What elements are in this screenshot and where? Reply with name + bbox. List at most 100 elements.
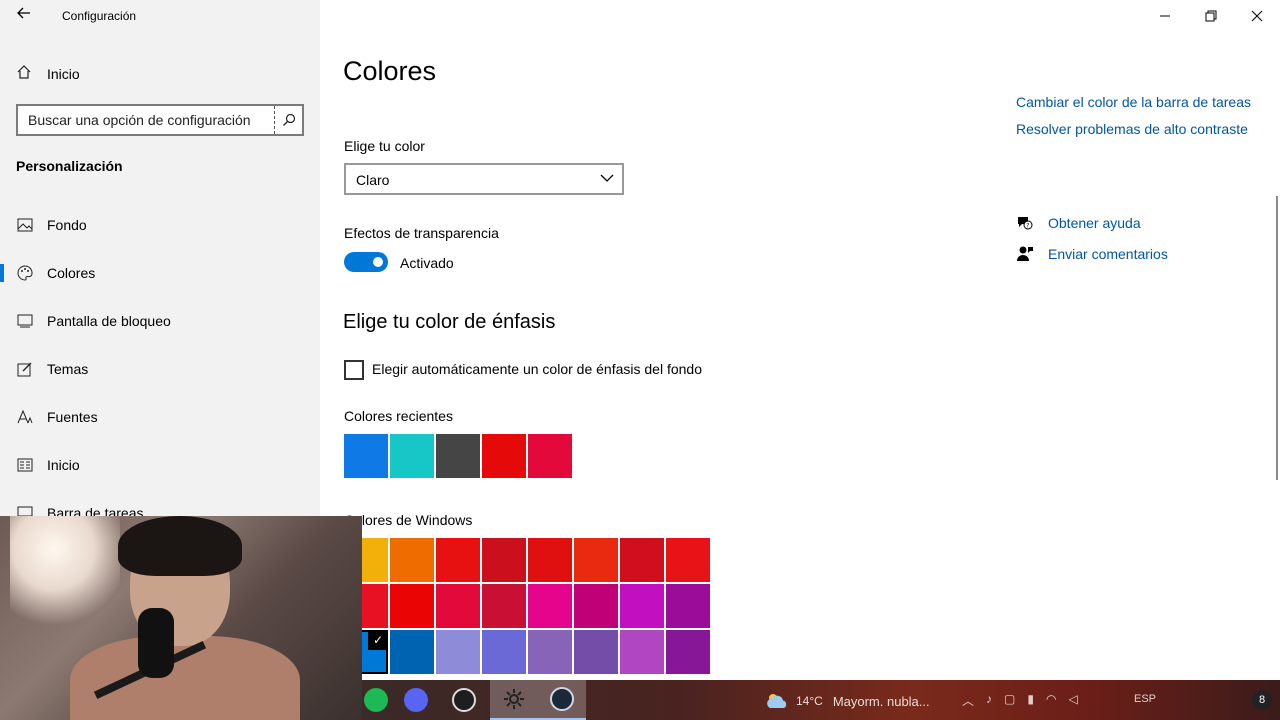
transparency-state: Activado xyxy=(400,255,454,271)
windows-color-swatch[interactable] xyxy=(436,538,480,582)
windows-color-swatch[interactable] xyxy=(528,584,572,628)
get-help-label: Obtener ayuda xyxy=(1048,215,1141,231)
windows-color-swatch[interactable] xyxy=(482,584,526,628)
sidebar-item-fuentes[interactable]: Fuentes xyxy=(0,397,320,437)
high-contrast-link[interactable]: Resolver problemas de alto contraste xyxy=(1016,121,1248,137)
restore-icon xyxy=(1205,10,1217,22)
sidebar-item-colores[interactable]: Colores xyxy=(0,253,320,293)
language-indicator[interactable]: ESP xyxy=(1134,693,1156,705)
windows-colors-grid: ✓ xyxy=(344,538,710,674)
windows-color-swatch[interactable] xyxy=(574,630,618,674)
windows-color-swatch[interactable] xyxy=(666,538,710,582)
mic-tray-icon[interactable]: ▮ xyxy=(1027,692,1034,709)
sidebar-item-pantalla-de-bloqueo[interactable]: Pantalla de bloqueo xyxy=(0,301,320,341)
recent-color-swatch[interactable] xyxy=(528,434,572,478)
spotify-icon xyxy=(364,688,388,712)
windows-color-swatch[interactable] xyxy=(574,538,618,582)
palette-icon xyxy=(16,264,34,282)
scrollbar[interactable] xyxy=(1276,196,1278,480)
restore-button[interactable] xyxy=(1188,0,1234,32)
send-feedback-link[interactable]: Enviar comentarios xyxy=(1016,244,1168,264)
settings-app[interactable] xyxy=(490,680,538,720)
windows-color-swatch[interactable] xyxy=(528,538,572,582)
sidebar-item-label: Inicio xyxy=(47,457,80,473)
speaker-icon[interactable]: ♪ xyxy=(986,692,992,709)
feedback-person-icon xyxy=(1016,245,1034,263)
sidebar-item-temas[interactable]: Temas xyxy=(0,349,320,389)
close-icon xyxy=(1251,10,1263,22)
auto-accent-checkbox[interactable] xyxy=(344,360,364,380)
picture-icon xyxy=(16,216,34,234)
home-link[interactable]: Inicio xyxy=(16,62,80,86)
page-title: Colores xyxy=(343,56,437,86)
chevron-down-icon xyxy=(600,174,614,182)
windows-color-swatch[interactable] xyxy=(482,630,526,674)
app-title: Configuración xyxy=(62,9,137,23)
discord-app[interactable] xyxy=(392,680,440,720)
notification-badge[interactable]: 8 xyxy=(1252,690,1272,710)
windows-color-swatch[interactable] xyxy=(436,630,480,674)
windows-color-swatch[interactable] xyxy=(528,630,572,674)
taskbar-color-link[interactable]: Cambiar el color de la barra de tareas xyxy=(1016,94,1251,110)
search-button[interactable] xyxy=(274,106,302,134)
obs-app[interactable] xyxy=(440,680,488,720)
themes-icon xyxy=(16,360,34,378)
steam-icon xyxy=(550,687,574,711)
sidebar-item-label: Fuentes xyxy=(47,409,98,425)
back-button[interactable] xyxy=(12,6,36,26)
sidebar-item-label: Temas xyxy=(47,361,89,377)
webcam-overlay xyxy=(0,516,362,720)
recent-color-swatch[interactable] xyxy=(482,434,526,478)
sidebar-item-label: Colores xyxy=(47,265,96,281)
section-title: Personalización xyxy=(16,158,123,174)
recent-color-swatch[interactable] xyxy=(344,434,388,478)
transparency-label: Efectos de transparencia xyxy=(344,225,499,241)
windows-color-swatch[interactable] xyxy=(482,538,526,582)
sidebar-item-inicio[interactable]: Inicio xyxy=(0,445,320,485)
sidebar-item-label: Pantalla de bloqueo xyxy=(47,313,171,329)
windows-color-swatch[interactable] xyxy=(620,538,664,582)
color-mode-dropdown[interactable]: Claro xyxy=(344,163,624,195)
accent-title: Elige tu color de énfasis xyxy=(343,311,556,333)
sidebar-item-fondo[interactable]: Fondo xyxy=(0,205,320,245)
search-input[interactable] xyxy=(28,111,268,129)
home-icon xyxy=(16,64,36,84)
choose-color-label: Elige tu color xyxy=(344,138,425,154)
volume-icon[interactable]: ◁ xyxy=(1068,692,1077,709)
toggle-knob xyxy=(373,257,383,267)
windows-color-swatch[interactable] xyxy=(620,584,664,628)
chevron-up-icon[interactable]: ︿ xyxy=(962,692,974,709)
gear-icon xyxy=(504,689,524,709)
windows-color-swatch[interactable] xyxy=(436,584,480,628)
weather-widget[interactable]: 14°C Mayorm. nubla... xyxy=(764,692,930,710)
home-label: Inicio xyxy=(47,66,80,82)
windows-color-swatch[interactable] xyxy=(666,584,710,628)
transparency-toggle[interactable] xyxy=(344,252,388,272)
device-icon[interactable]: ▢ xyxy=(1004,692,1015,709)
discord-icon xyxy=(404,688,428,712)
recent-color-swatch[interactable] xyxy=(390,434,434,478)
microphone xyxy=(138,608,174,678)
checkmark-icon: ✓ xyxy=(368,630,388,650)
network-icon[interactable]: ◠ xyxy=(1046,692,1056,709)
weather-desc: Mayorm. nubla... xyxy=(832,693,930,709)
windows-color-swatch[interactable] xyxy=(390,538,434,582)
lamp-light xyxy=(10,516,120,626)
send-feedback-label: Enviar comentarios xyxy=(1048,246,1168,262)
start-icon xyxy=(16,456,34,474)
back-arrow-icon xyxy=(17,7,30,19)
windows-color-swatch[interactable] xyxy=(620,630,664,674)
windows-color-swatch[interactable] xyxy=(390,630,434,674)
get-help-link[interactable]: ? Obtener ayuda xyxy=(1016,213,1141,233)
steam-app[interactable] xyxy=(538,680,586,720)
windows-color-swatch[interactable] xyxy=(574,584,618,628)
minimize-button[interactable] xyxy=(1142,0,1188,32)
help-chat-icon: ? xyxy=(1016,214,1034,232)
windows-color-swatch[interactable] xyxy=(390,584,434,628)
recent-color-swatch[interactable] xyxy=(436,434,480,478)
close-button[interactable] xyxy=(1234,0,1280,32)
windows-colors-label: Colores de Windows xyxy=(344,512,473,528)
windows-color-swatch[interactable] xyxy=(666,630,710,674)
search-box[interactable] xyxy=(16,104,304,136)
color-mode-value: Claro xyxy=(356,172,390,188)
